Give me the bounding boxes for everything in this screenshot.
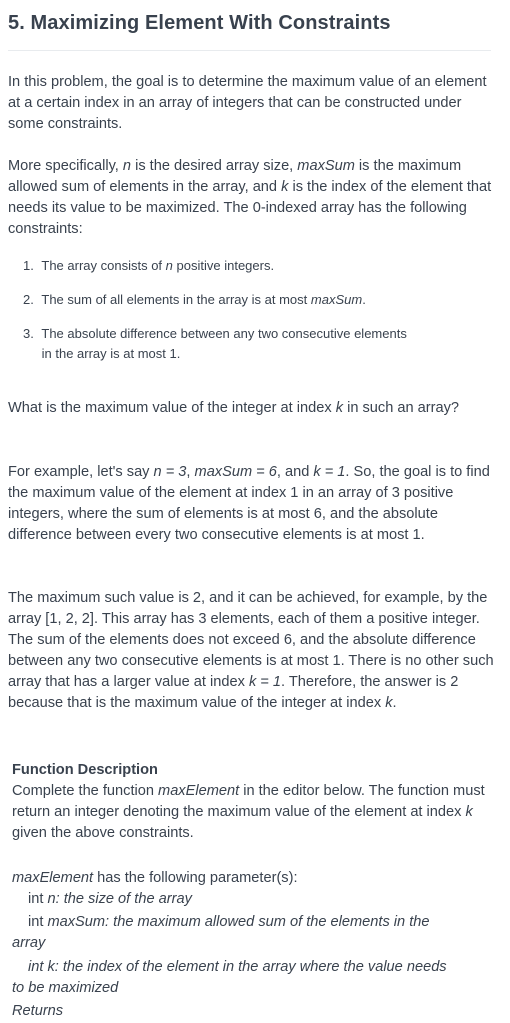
example-paragraph: For example, let's say n = 3, maxSum = 6… (8, 464, 490, 543)
question-paragraph: What is the maximum value of the integer… (8, 400, 460, 416)
answer-paragraph: The maximum such value is 2, and it can … (8, 590, 494, 711)
constraint-1: 1. The array consists of n positive inte… (23, 258, 275, 273)
param-n: int n: the size of the array (28, 891, 192, 907)
intro-paragraph: In this problem, the goal is to determin… (8, 74, 487, 132)
function-description-text: Complete the function maxElement in the … (12, 783, 485, 841)
page-title: 5. Maximizing Element With Constraints (8, 12, 391, 34)
function-description-heading: Function Description (12, 762, 158, 778)
problem-statement: 5. Maximizing Element With Constraints I… (0, 0, 510, 1023)
title-divider (8, 50, 491, 51)
function-description: Function Description Complete the functi… (12, 760, 496, 844)
spec-paragraph: More specifically, n is the desired arra… (8, 158, 492, 237)
params-heading: maxElement has the following parameter(s… (12, 870, 298, 886)
returns-label: Returns (12, 1003, 64, 1019)
constraint-2: 2. The sum of all elements in the array … (23, 292, 366, 307)
param-maxsum: int maxSum: the maximum allowed sum of t… (12, 914, 430, 951)
constraint-3: 3. The absolute difference between any t… (23, 326, 407, 361)
param-k: int k: the index of the element in the a… (12, 959, 447, 996)
